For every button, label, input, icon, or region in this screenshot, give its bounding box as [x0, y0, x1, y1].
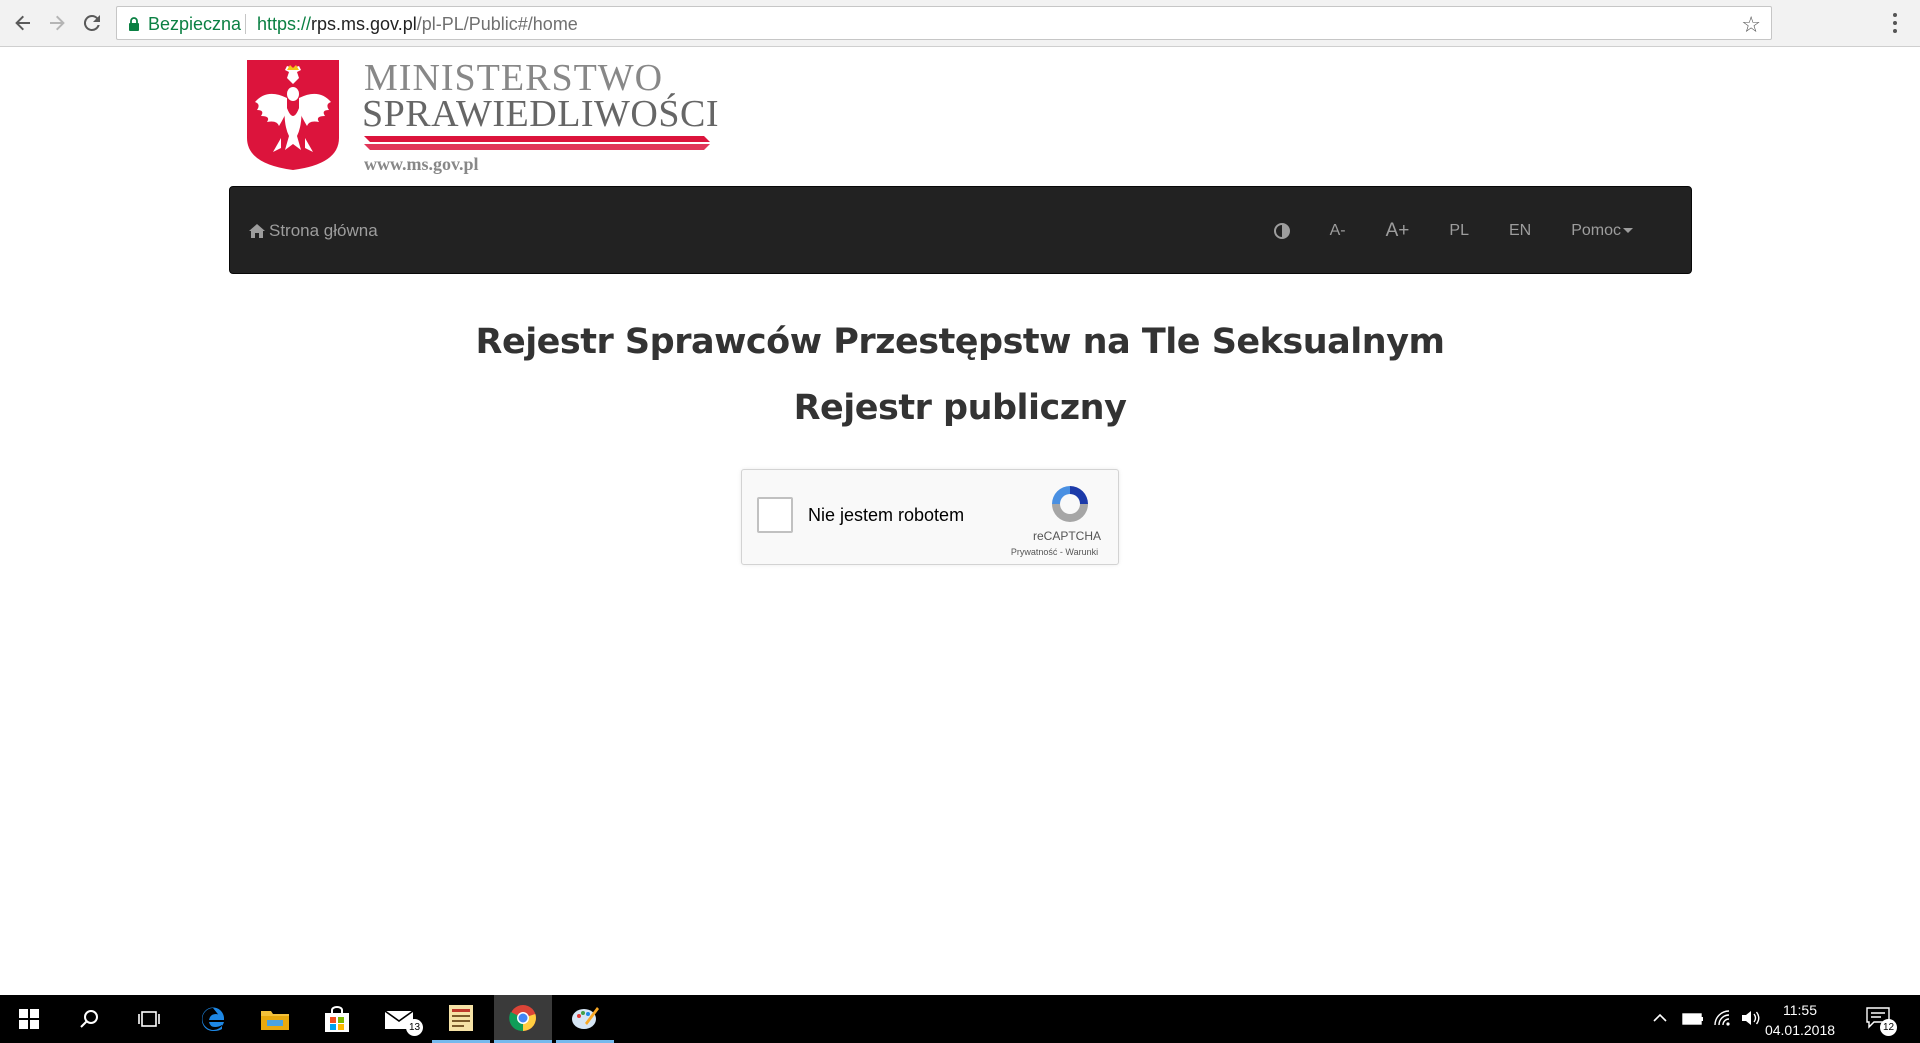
taskbar-mail[interactable]: 13 — [370, 995, 428, 1043]
recaptcha-widget: Nie jestem robotem reCAPTCHA Prywatność … — [741, 469, 1119, 565]
recaptcha-terms-link[interactable]: Prywatność - Warunki — [992, 547, 1117, 557]
logo-line2: SPRAWIEDLIWOŚCI — [362, 93, 719, 135]
home-icon — [249, 224, 265, 238]
taskbar-notepad-app[interactable] — [432, 995, 490, 1043]
mail-badge: 13 — [406, 1019, 423, 1036]
recaptcha-logo-icon — [1052, 486, 1088, 522]
back-button[interactable] — [10, 10, 36, 36]
recaptcha-brand: reCAPTCHA — [1032, 529, 1101, 543]
chrome-icon — [509, 1004, 536, 1031]
task-view-button[interactable] — [120, 995, 178, 1043]
help-dropdown[interactable]: Pomoc — [1551, 222, 1653, 240]
secure-label: Bezpieczna — [148, 14, 242, 34]
volume-icon[interactable] — [1741, 1010, 1761, 1031]
browser-toolbar: Bezpieczna https://rps.ms.gov.pl/pl-PL/P… — [0, 0, 1920, 47]
address-bar[interactable]: Bezpieczna https://rps.ms.gov.pl/pl-PL/P… — [116, 6, 1772, 40]
search-button[interactable] — [60, 995, 118, 1043]
lock-icon — [129, 17, 139, 31]
notification-badge: 12 — [1880, 1019, 1897, 1036]
edge-icon — [201, 1007, 224, 1032]
forward-arrow-icon — [50, 15, 65, 31]
url-scheme: https:// — [257, 14, 312, 34]
reload-button[interactable] — [79, 10, 105, 36]
recaptcha-label: Nie jestem robotem — [808, 505, 965, 525]
page-title: Rejestr Sprawców Przestępstw na Tle Seks… — [475, 322, 1445, 362]
start-button[interactable] — [0, 995, 58, 1043]
taskbar-chrome[interactable] — [494, 995, 552, 1043]
nav-home-link[interactable]: Strona główna — [249, 221, 378, 241]
contrast-toggle[interactable] — [1254, 223, 1310, 239]
flag-stripe-icon — [364, 136, 710, 150]
taskbar-edge[interactable] — [184, 995, 242, 1043]
lang-en-link[interactable]: EN — [1489, 222, 1551, 240]
windows-taskbar: 13 11:55 04.01.2018 12 — [0, 995, 1920, 1043]
contrast-icon — [1273, 223, 1290, 239]
help-label: Pomoc — [1571, 222, 1621, 239]
paint-palette-icon — [572, 1006, 599, 1029]
omnibox-separator — [245, 14, 246, 34]
clock-date: 04.01.2018 — [1764, 1022, 1836, 1038]
ministry-logo[interactable]: MINISTERSTWO SPRAWIEDLIWOŚCI www.ms.gov.… — [244, 56, 719, 180]
nav-right-group: A- A+ PL EN Pomoc — [1254, 187, 1653, 275]
page-subtitle: Rejestr publiczny — [793, 388, 1127, 428]
document-app-icon — [449, 1004, 473, 1031]
url-text[interactable]: https://rps.ms.gov.pl/pl-PL/Public#/home — [257, 14, 578, 35]
store-bag-icon — [325, 1006, 349, 1032]
nav-home-label: Strona główna — [269, 221, 378, 240]
url-path: /pl-PL/Public#/home — [416, 14, 578, 34]
tray-chevron-icon[interactable] — [1652, 1010, 1668, 1031]
logo-website: www.ms.gov.pl — [364, 154, 479, 174]
wifi-icon[interactable] — [1713, 1009, 1733, 1032]
url-host: rps.ms.gov.pl — [311, 14, 417, 34]
reload-icon — [83, 14, 100, 31]
font-larger-button[interactable]: A+ — [1366, 220, 1430, 242]
bookmark-star-icon[interactable]: ☆ — [1741, 12, 1761, 38]
action-center-button[interactable]: 12 — [1866, 1007, 1897, 1036]
browser-menu-icon[interactable] — [1888, 11, 1902, 35]
recaptcha-checkbox[interactable] — [757, 497, 793, 533]
caret-down-icon — [1623, 228, 1633, 234]
eagle-emblem-icon — [247, 60, 339, 170]
battery-icon[interactable] — [1682, 1012, 1704, 1031]
windows-logo-icon — [19, 1009, 39, 1029]
clock-time: 11:55 — [1783, 1002, 1817, 1018]
taskbar-file-explorer[interactable] — [246, 995, 304, 1043]
main-navbar: Strona główna A- A+ PL EN Pomoc — [229, 186, 1692, 274]
search-icon — [80, 1010, 98, 1028]
folder-icon — [261, 1011, 289, 1030]
lang-pl-link[interactable]: PL — [1429, 222, 1489, 240]
back-arrow-icon — [15, 15, 30, 31]
forward-button[interactable] — [44, 10, 70, 36]
font-smaller-button[interactable]: A- — [1310, 222, 1366, 240]
taskbar-clock[interactable]: 11:55 04.01.2018 — [1760, 1000, 1840, 1040]
taskbar-paint[interactable] — [556, 995, 614, 1043]
task-view-icon — [138, 1011, 160, 1027]
taskbar-store[interactable] — [308, 995, 366, 1043]
